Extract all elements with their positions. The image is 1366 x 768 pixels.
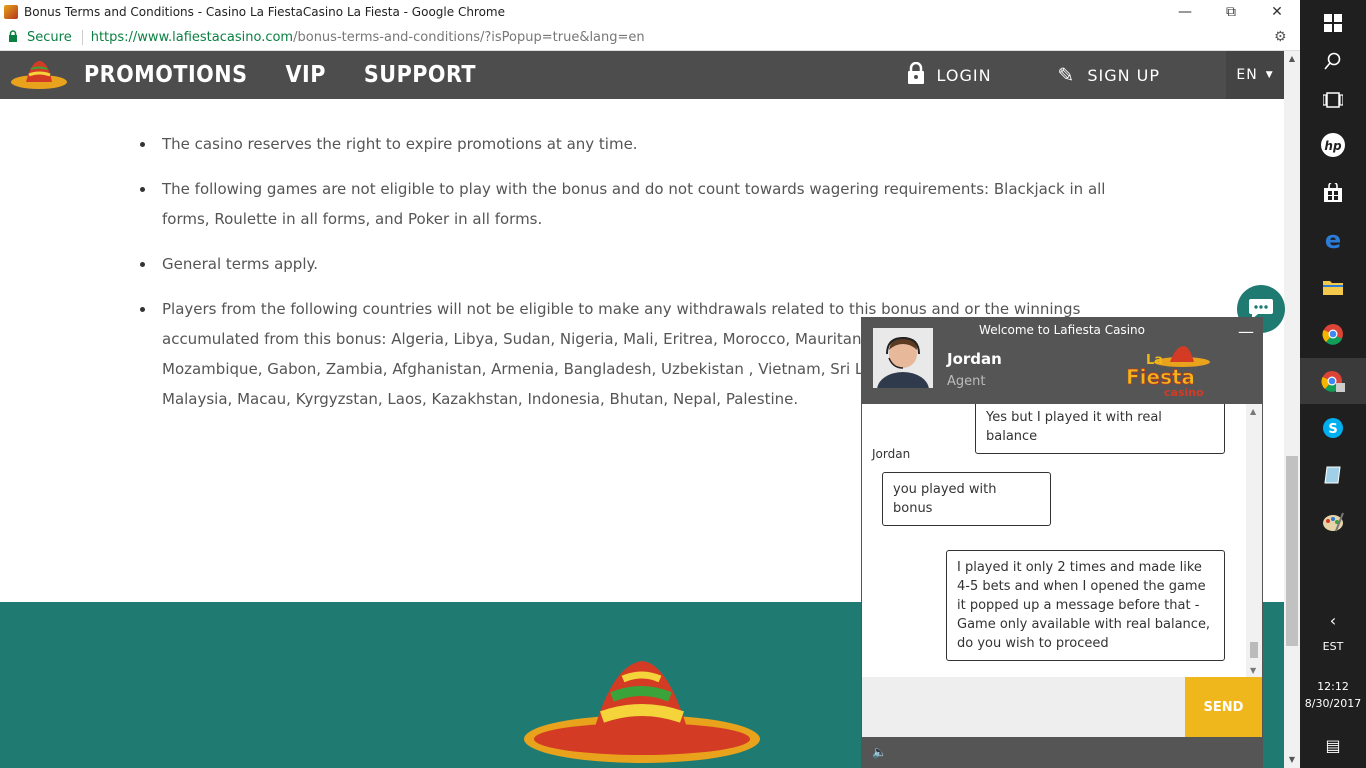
agent-role: Agent (947, 374, 986, 389)
agent-name: Jordan (947, 350, 1002, 368)
agent-avatar (873, 328, 933, 388)
svg-text:hp: hp (1324, 139, 1342, 153)
scrollbar-thumb[interactable] (1286, 456, 1298, 646)
message-sender: Jordan (872, 447, 911, 461)
chat-message-agent: you played with bonus (882, 472, 1051, 526)
restore-icon[interactable]: ⧉ (1208, 0, 1254, 24)
clock-date: 8/30/2017 (1304, 697, 1362, 710)
chat-message-input[interactable] (862, 677, 1185, 737)
address-bar[interactable]: Secure https://www.lafiestacasino.com /b… (0, 24, 1300, 51)
scroll-up-icon[interactable]: ▲ (1284, 51, 1300, 67)
sombrero-logo-icon[interactable] (10, 58, 68, 92)
notepad-icon[interactable] (1300, 452, 1366, 498)
chat-messages: Yes but I played it with real balance Jo… (862, 404, 1246, 677)
task-view-icon[interactable] (1300, 77, 1366, 123)
windows-taskbar: hp e S ‹ EST 12:12 8/30/2017 ▤ (1300, 0, 1366, 768)
chrome-icon[interactable] (1300, 311, 1366, 357)
store-icon[interactable] (1300, 170, 1366, 216)
language-selector[interactable]: EN ▼ (1226, 51, 1284, 99)
secure-label: Secure (27, 29, 83, 45)
url-text[interactable]: https://www.lafiestacasino.com /bonus-te… (91, 30, 1274, 45)
chat-scroll-up-icon[interactable]: ▲ (1250, 407, 1256, 416)
sound-icon[interactable]: 🔈 (872, 745, 887, 759)
edge-icon[interactable]: e (1300, 217, 1366, 263)
lock-icon (8, 30, 22, 44)
hp-icon[interactable]: hp (1300, 122, 1366, 168)
chat-message-visitor: I played it only 2 times and made like 4… (946, 550, 1225, 661)
live-chat-window: Welcome to Lafiesta Casino — Jordan Agen… (861, 317, 1263, 768)
extension-icon[interactable]: ⚙ (1274, 29, 1294, 45)
terms-item: General terms apply. (140, 249, 1142, 279)
site-navbar: PROMOTIONS VIP SUPPORT LOGIN ✎ SIGN UP E… (0, 51, 1284, 99)
url-host: https://www.lafiestacasino.com (90, 29, 294, 45)
system-clock[interactable]: 12:12 8/30/2017 (1300, 678, 1366, 712)
chrome-profile-icon[interactable] (1300, 358, 1366, 404)
terms-item: The following games are not eligible to … (140, 174, 1142, 234)
chat-scroll-down-icon[interactable]: ▼ (1250, 666, 1256, 675)
pencil-icon: ✎ (1057, 63, 1076, 87)
signup-label: SIGN UP (1087, 65, 1160, 85)
brand-casino: casino (1164, 386, 1204, 399)
la-fiesta-logo: La Fiesta casino (1124, 344, 1214, 400)
padlock-icon (907, 61, 925, 89)
signup-button[interactable]: ✎ SIGN UP (1058, 63, 1160, 87)
send-button[interactable]: SEND (1185, 677, 1262, 737)
chat-scrollbar[interactable]: ▲ ▼ (1246, 404, 1262, 677)
chevron-up-icon[interactable]: ‹ (1300, 597, 1366, 643)
browser-titlebar: Bonus Terms and Conditions - Casino La F… (0, 0, 1300, 24)
window-controls: — ⧉ ✕ (1162, 0, 1300, 24)
chat-header: Welcome to Lafiesta Casino — Jordan Agen… (862, 318, 1262, 404)
chat-scrollbar-thumb[interactable] (1250, 642, 1258, 658)
page-scrollbar[interactable]: ▲ ▼ (1284, 51, 1300, 768)
site-favicon-icon (4, 5, 18, 19)
chat-footer: 🔈 (862, 737, 1262, 768)
nav-support[interactable]: SUPPORT (364, 62, 476, 88)
scroll-down-icon[interactable]: ▼ (1284, 752, 1300, 768)
login-button[interactable]: LOGIN (907, 61, 992, 89)
terms-item: The casino reserves the right to expire … (140, 129, 1142, 159)
svg-text:S: S (1328, 422, 1337, 437)
caret-down-icon: ▼ (1265, 70, 1274, 80)
chat-message-visitor: Yes but I played it with real balance (975, 404, 1225, 454)
language-label: EN (1236, 67, 1258, 83)
minimize-icon[interactable]: — (1162, 0, 1208, 24)
url-path: /bonus-terms-and-conditions/?isPopup=tru… (293, 29, 645, 45)
paint-icon[interactable] (1300, 499, 1366, 545)
timezone-label: EST (1322, 640, 1344, 653)
footer-sombrero-icon (524, 661, 760, 763)
nav-promotions[interactable]: PROMOTIONS (84, 62, 247, 88)
nav-vip[interactable]: VIP (285, 62, 325, 88)
clock-time: 12:12 (1317, 680, 1349, 693)
action-center-icon[interactable]: ▤ (1300, 722, 1366, 768)
minimize-chat-icon[interactable]: — (1238, 322, 1254, 341)
skype-icon[interactable]: S (1300, 405, 1366, 451)
close-icon[interactable]: ✕ (1254, 0, 1300, 24)
file-explorer-icon[interactable] (1300, 264, 1366, 310)
login-label: LOGIN (936, 65, 992, 85)
window-title: Bonus Terms and Conditions - Casino La F… (24, 5, 506, 19)
